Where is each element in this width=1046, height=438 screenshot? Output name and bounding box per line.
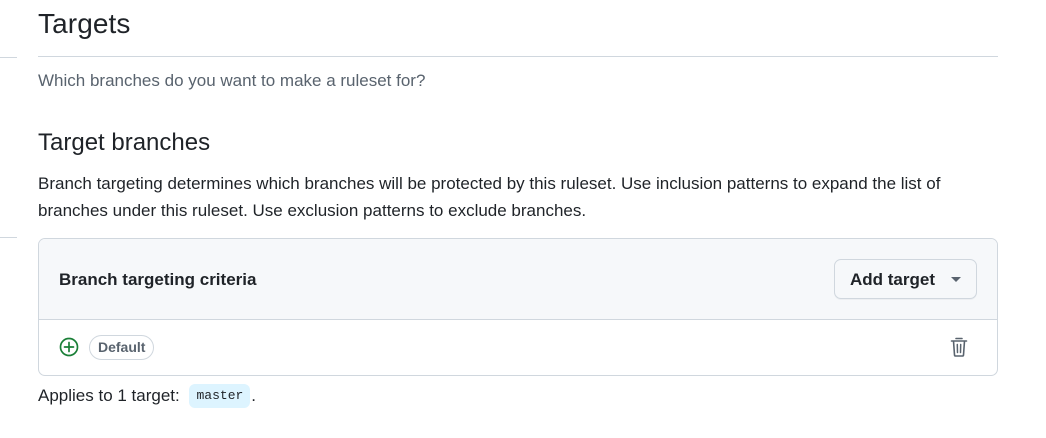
target-branch-code: master [189, 384, 251, 408]
criteria-title: Branch targeting criteria [59, 270, 257, 289]
criteria-header: Branch targeting criteria Add target [39, 239, 997, 320]
target-branches-title: Target branches [38, 129, 211, 156]
page-description: Which branches do you want to make a rul… [38, 71, 426, 90]
sidebar-divider-top [0, 57, 17, 58]
applies-prefix: Applies to 1 target: [38, 386, 185, 405]
applies-to-targets: Applies to 1 target: master. [38, 384, 256, 408]
add-target-button[interactable]: Add target [834, 259, 977, 299]
branch-targeting-criteria-box: Branch targeting criteria Add target Def… [38, 238, 998, 376]
caret-down-icon [951, 277, 961, 282]
title-divider [38, 56, 998, 57]
target-branches-description: Branch targeting determines which branch… [38, 174, 941, 220]
trash-icon[interactable] [949, 336, 969, 358]
default-badge: Default [89, 335, 155, 360]
page-title: Targets [38, 8, 131, 39]
add-target-label: Add target [850, 270, 935, 289]
applies-suffix: . [251, 386, 257, 405]
plus-circle-icon [59, 337, 79, 357]
target-row-default: Default [39, 320, 997, 375]
sidebar-divider-bottom [0, 237, 17, 238]
